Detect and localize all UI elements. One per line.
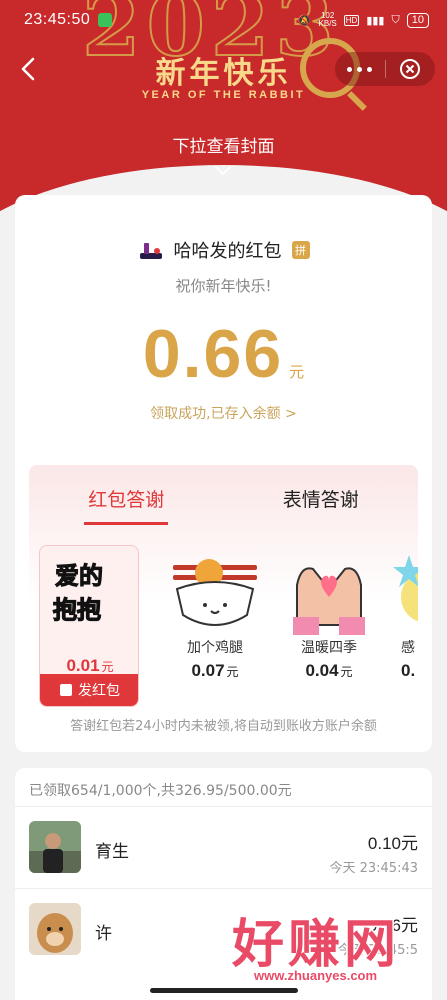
- claimed-time: 今天 23:45:43: [329, 861, 418, 876]
- star-sticker-icon: [391, 545, 418, 635]
- status-bar: 23:45:50 🔕 102 KB/S HD ▮▮▮ ⛉ 10: [0, 0, 447, 40]
- received-amount: 0.66: [142, 316, 284, 392]
- sticker-list: 爱的 抱抱 0.01 元 发红包 加个鸡腿 0.07 元 温暖四季 0.04 元…: [39, 545, 418, 715]
- shield-icon: ⛉: [391, 13, 400, 26]
- red-packet-icon: [60, 684, 72, 696]
- tab-red-packet-thanks[interactable]: 红包答谢: [29, 465, 224, 525]
- hd-icon: HD: [343, 14, 360, 26]
- auto-refund-note: 答谢红包若24小时内未被领,将自动到账收方账户余额: [70, 719, 377, 734]
- sticker-name: 感: [401, 640, 415, 656]
- site-watermark-url: www.zhuanyes.com: [254, 968, 378, 983]
- tab-sticker-thanks[interactable]: 表情答谢: [224, 465, 419, 525]
- sticker-item-thanks-partial[interactable]: 感 0.: [391, 545, 418, 681]
- sticker-price: 0.04 元: [305, 661, 353, 680]
- list-item[interactable]: 育生 0.10元 今天 23:45:43: [15, 806, 432, 888]
- sticker-price: 0.01 元: [66, 656, 114, 675]
- sticker-item-warm-seasons[interactable]: 温暖四季 0.04 元: [279, 545, 379, 681]
- avatar[interactable]: [29, 821, 81, 873]
- send-red-packet-label: 发红包: [78, 683, 120, 699]
- pull-down-hint[interactable]: 下拉查看封面: [0, 132, 447, 157]
- claimer-name: 育生: [95, 842, 129, 862]
- sticker-name: 加个鸡腿: [187, 640, 243, 656]
- claim-summary: 已领取654/1,000个,共326.95/500.00元: [29, 783, 292, 799]
- claimed-amount: 0.10元: [367, 834, 418, 853]
- svg-text:抱抱: 抱抱: [53, 596, 101, 624]
- chevron-down-icon[interactable]: [213, 164, 233, 178]
- greeting-text: 祝你新年快乐!: [175, 277, 272, 295]
- notification-icon: [98, 13, 113, 27]
- amount-row: 0.66 元: [15, 315, 432, 393]
- deposited-to-balance-link[interactable]: 领取成功,已存入余额 >: [15, 403, 432, 423]
- site-watermark: 好赚网: [231, 914, 401, 977]
- heart-hands-icon: [283, 545, 375, 635]
- sender-row: 哈哈发的红包 拼: [15, 237, 432, 263]
- send-red-packet-button[interactable]: 发红包: [40, 674, 138, 706]
- group-packet-badge: 拼: [291, 241, 310, 259]
- red-packet-card: 哈哈发的红包 拼 祝你新年快乐! 0.66 元 领取成功,已存入余额 > 红包答…: [15, 195, 432, 752]
- mute-icon: 🔕: [297, 14, 312, 27]
- sender-name: 哈哈发的红包: [173, 241, 282, 262]
- banner-subtitle: YEAR OF THE RABBIT: [141, 89, 306, 101]
- network-speed: 102 KB/S: [318, 11, 337, 28]
- rice-bowl-icon: [169, 545, 261, 635]
- thanks-tabs: 红包答谢 表情答谢: [29, 465, 418, 525]
- sticker-price: 0.07 元: [191, 661, 239, 680]
- svg-text:爱的: 爱的: [55, 562, 103, 590]
- signal-icon: ▮▮▮: [366, 14, 385, 27]
- sticker-image-hug: 爱的 抱抱: [43, 546, 135, 636]
- more-icon[interactable]: [335, 66, 385, 72]
- close-icon[interactable]: [386, 58, 436, 80]
- mini-program-capsule: [335, 52, 435, 86]
- sender-avatar[interactable]: [137, 237, 164, 263]
- clock: 23:45:50: [24, 11, 91, 28]
- battery-icon: 10: [406, 12, 429, 28]
- home-indicator[interactable]: [150, 988, 298, 993]
- sticker-card-selected[interactable]: 爱的 抱抱 0.01 元 发红包: [39, 545, 139, 707]
- sticker-name: 温暖四季: [301, 640, 357, 656]
- amount-unit: 元: [289, 363, 305, 381]
- thanks-panel: 红包答谢 表情答谢 爱的 抱抱 0.01 元 发红包 加个鸡腿 0.07 元 温…: [29, 465, 418, 715]
- sticker-item-chicken-leg[interactable]: 加个鸡腿 0.07 元: [165, 545, 265, 681]
- sticker-price: 0.: [401, 661, 416, 680]
- claimer-name: 许: [95, 924, 112, 944]
- avatar[interactable]: [29, 903, 81, 955]
